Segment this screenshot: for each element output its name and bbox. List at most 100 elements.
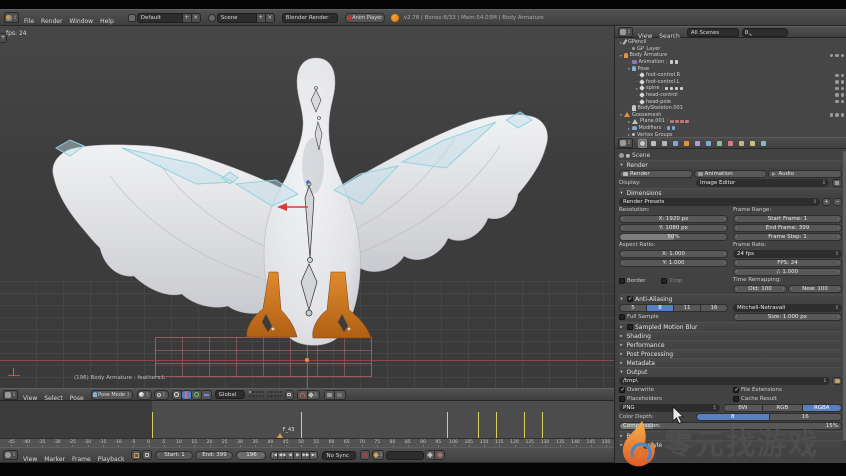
add-layout-button[interactable]: + [183, 13, 192, 23]
sync-mode-select[interactable]: No Sync [322, 451, 356, 460]
add-scene-button[interactable]: + [257, 13, 266, 23]
layer-dot[interactable] [270, 391, 272, 393]
tab-constraints[interactable] [693, 139, 702, 148]
tab-physics[interactable] [759, 139, 768, 148]
layer-dot[interactable] [262, 395, 264, 397]
play-button[interactable]: ▶ [294, 451, 302, 460]
layer-dot[interactable] [259, 395, 261, 397]
layer-dot[interactable] [252, 395, 254, 397]
restrict-icons[interactable] [830, 113, 845, 117]
delete-layout-button[interactable]: × [192, 13, 201, 23]
current-frame-field[interactable]: 196 [236, 451, 266, 460]
next-keyframe-button[interactable]: ▶▶ [302, 451, 310, 460]
add-preset-button[interactable]: + [822, 198, 831, 206]
mode-select[interactable]: Pose Mode ↕ [91, 390, 133, 400]
restrict-icons[interactable] [835, 74, 844, 78]
snap-element-select[interactable]: ↕ [308, 390, 320, 400]
layer-dot[interactable] [280, 391, 282, 393]
menu-marker[interactable]: Marker [44, 456, 65, 463]
tab-modifiers[interactable] [704, 139, 713, 148]
auto-keyframe-button[interactable] [360, 450, 370, 460]
file-format-select[interactable]: PNG [619, 404, 720, 412]
jump-to-end-button[interactable]: ▶| [310, 451, 318, 460]
file-extensions-checkbox[interactable] [733, 387, 739, 393]
render-opengl-anim-button[interactable] [335, 390, 346, 400]
outliner-search-input[interactable] [742, 28, 788, 37]
outliner-row[interactable]: ·foot-control.R [615, 72, 846, 79]
tab-render[interactable] [638, 139, 647, 148]
outliner-row[interactable]: ·GP_Layer [615, 46, 846, 53]
scale-manipulator-button[interactable] [202, 390, 212, 400]
screen-layout-icon[interactable] [128, 14, 136, 22]
audio-button[interactable]: Audio [768, 170, 842, 178]
panel-metadata[interactable]: ▸Metadata [619, 358, 842, 367]
screen-layout-field[interactable]: Default [137, 13, 183, 23]
tab-scene[interactable] [660, 139, 669, 148]
color-mode-rgba[interactable]: RGBA [803, 404, 842, 412]
timeline-editor[interactable]: F_43 -45-40-35-30-25-20-15-10-5051015202… [0, 401, 614, 463]
outliner-row[interactable]: ▸GPencil [615, 39, 846, 46]
restrict-icons[interactable] [835, 93, 844, 97]
menu-file[interactable]: File [24, 18, 34, 25]
eye-icon[interactable] [830, 113, 834, 117]
end-frame-field[interactable]: End: 399 [195, 451, 233, 460]
color-mode-bw[interactable]: BW [723, 404, 763, 412]
editor-type-button[interactable]: ↕ [618, 27, 633, 37]
tab-object-data[interactable] [715, 139, 724, 148]
pointer-icon[interactable] [841, 80, 845, 84]
scene-field[interactable]: Scene [217, 13, 257, 23]
display-scope-select[interactable]: All Scenes [687, 28, 739, 37]
remap-old-field[interactable]: Old: 100 [733, 285, 787, 293]
outliner-row[interactable]: ▾Goosemesh [615, 112, 846, 119]
tab-particles[interactable] [748, 139, 757, 148]
insert-keyframe-button[interactable] [425, 450, 435, 460]
menu-select[interactable]: Select [44, 395, 63, 402]
aa-sample-8[interactable]: 8 [647, 304, 674, 312]
pointer-icon[interactable] [841, 74, 845, 78]
eye-icon[interactable] [835, 93, 839, 97]
editor-type-button[interactable]: ↕ [3, 390, 18, 400]
manipulator-toggle[interactable] [172, 390, 182, 400]
resolution-percentage-slider[interactable]: 50% [619, 233, 728, 241]
properties-editor[interactable]: ↕ Scene ▾ Render Render [615, 137, 846, 463]
layer-dot[interactable] [249, 395, 251, 397]
outliner-row[interactable]: ▸Plane.001| [615, 118, 846, 125]
aa-sample-16[interactable]: 16 [701, 304, 728, 312]
outliner-row[interactable]: ▸Modifiers| [615, 125, 846, 132]
crop-checkbox[interactable] [661, 278, 667, 284]
render-presets-select[interactable]: Render Presets [619, 198, 820, 206]
aa-sample-5[interactable]: 5 [619, 304, 647, 312]
tab-material[interactable] [726, 139, 735, 148]
preview-range-button[interactable] [131, 450, 141, 460]
camera-icon[interactable] [841, 113, 845, 117]
start-frame-field[interactable]: Start Frame: 1 [733, 215, 842, 223]
panel-performance[interactable]: ▸Performance [619, 340, 842, 349]
aa-sample-11[interactable]: 11 [674, 304, 701, 312]
pointer-icon[interactable] [841, 87, 845, 91]
outliner-row[interactable]: ·Animation| [615, 59, 846, 66]
resolution-x-field[interactable]: X: 1920 px [619, 215, 728, 223]
tab-texture[interactable] [737, 139, 746, 148]
panel-shading[interactable]: ▸Shading [619, 331, 842, 340]
panel-post-processing[interactable]: ▸Post Processing [619, 349, 842, 358]
output-path-field[interactable]: /tmp\ [619, 377, 830, 385]
layer-dot[interactable] [256, 391, 258, 393]
editor-type-button[interactable]: ↕ [3, 450, 18, 460]
display-extra-button[interactable] [832, 179, 842, 187]
outliner-row[interactable]: ▸spine| [615, 85, 846, 92]
restrict-icons[interactable] [835, 100, 844, 104]
3d-viewport[interactable]: fps: 24 (196) Body Armature : feathers.L… [0, 26, 614, 388]
menu-render[interactable]: Render [41, 18, 62, 25]
eye-icon[interactable] [835, 80, 839, 84]
timeline-keyframe-area[interactable]: F_43 [0, 401, 614, 438]
pointer-icon[interactable] [835, 113, 839, 117]
aa-filter-select[interactable]: Mitchell-Netravali [733, 304, 842, 312]
outliner-row[interactable]: ·head-control [615, 92, 846, 99]
aa-size-field[interactable]: Size: 1.000 px [733, 313, 842, 321]
layers-grid[interactable] [249, 391, 265, 399]
pointer-icon[interactable] [841, 93, 845, 97]
menu-frame[interactable]: Frame [72, 456, 91, 463]
layer-dot[interactable] [259, 391, 261, 393]
layer-dot[interactable] [277, 391, 279, 393]
layer-dot[interactable] [267, 395, 269, 397]
